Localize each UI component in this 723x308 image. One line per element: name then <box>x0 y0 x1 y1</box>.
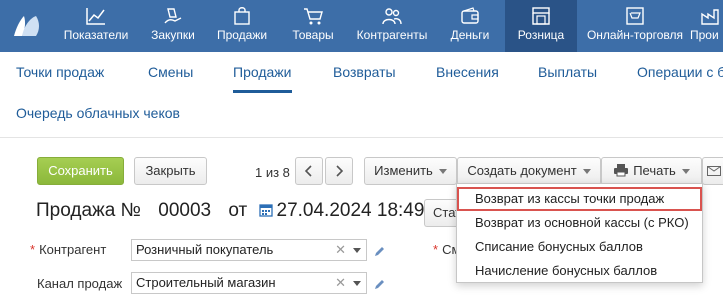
counterparty-field[interactable]: Розничный покупатель ✕ <box>131 239 367 261</box>
app-logo-icon[interactable] <box>10 12 44 40</box>
active-tab-indicator <box>233 90 292 93</box>
caret-down-icon <box>438 169 447 175</box>
people-icon <box>382 8 402 25</box>
menu-item-return-from-main-cash[interactable]: Возврат из основной кассы (с РКО) <box>457 211 702 235</box>
create-document-button[interactable]: Создать документ <box>457 157 601 185</box>
production-icon <box>701 9 719 25</box>
edit-button[interactable]: Изменить <box>364 157 457 185</box>
document-datetime[interactable]: 27.04.2024 18:49 <box>277 200 425 221</box>
status-button[interactable]: Стат <box>424 199 458 227</box>
menu-item-return-from-pos-cash[interactable]: Возврат из кассы точки продаж <box>457 187 702 211</box>
sales-channel-label: Канал продаж <box>37 276 123 291</box>
bag-hand-icon <box>164 8 182 24</box>
cart-icon <box>304 8 323 25</box>
chevron-left-icon <box>304 165 312 177</box>
tab-cloud-receipts-queue[interactable]: Очередь облачных чеков <box>16 105 180 121</box>
edit-pencil-icon[interactable] <box>374 245 386 257</box>
dropdown-arrow-icon[interactable] <box>353 248 361 253</box>
printer-icon <box>614 164 629 177</box>
tab-payouts[interactable]: Выплаты <box>538 64 597 80</box>
edit-button-label: Изменить <box>374 163 433 178</box>
tab-sales-points[interactable]: Точки продаж <box>16 64 104 80</box>
save-button[interactable]: Сохранить <box>37 157 124 185</box>
nav-item-sales[interactable]: Продажи <box>210 0 274 52</box>
prev-page-button[interactable] <box>295 157 323 185</box>
counterparty-label: * Контрагент <box>30 242 107 257</box>
email-button[interactable] <box>702 157 723 185</box>
tab-deposits[interactable]: Внесения <box>436 64 499 80</box>
store-icon <box>532 7 550 25</box>
document-title: Продажа № <box>36 200 141 221</box>
clear-icon[interactable]: ✕ <box>335 273 346 293</box>
document-number: 00003 <box>158 200 212 221</box>
nav-item-label: Товары <box>292 28 334 42</box>
sales-channel-field[interactable]: Строительный магазин ✕ <box>131 272 367 294</box>
chevron-right-icon <box>336 165 344 177</box>
caret-down-icon <box>582 169 591 175</box>
nav-item-online-trade[interactable]: Онлайн-торговля <box>583 0 687 52</box>
nav-item-label: Деньги <box>450 28 490 42</box>
pager-text: 1 из 8 <box>255 165 290 180</box>
document-from-label: от <box>228 200 248 221</box>
nav-item-retail[interactable]: Розница <box>505 0 577 52</box>
nav-item-indicators[interactable]: Показатели <box>58 0 134 52</box>
print-button-label: Печать <box>633 163 676 178</box>
nav-item-label: Розница <box>517 28 565 42</box>
print-button[interactable]: Печать <box>601 157 702 185</box>
tab-returns[interactable]: Возвраты <box>333 64 396 80</box>
nav-item-label: Продажи <box>216 28 268 42</box>
menu-item-bonus-accrual[interactable]: Начисление бонусных баллов <box>457 259 702 283</box>
wallet-icon <box>461 7 479 24</box>
required-asterisk: * <box>433 242 439 257</box>
nav-item-money[interactable]: Деньги <box>444 0 496 52</box>
nav-item-counterparties[interactable]: Контрагенты <box>352 0 432 52</box>
nav-item-label: Прои <box>690 28 719 42</box>
create-document-label: Создать документ <box>467 163 577 178</box>
caret-down-icon <box>681 169 690 175</box>
clear-icon[interactable]: ✕ <box>335 240 346 260</box>
next-page-button[interactable] <box>325 157 353 185</box>
document-heading: Продажа № 00003 от 27.04.2024 18:49 <box>36 200 430 222</box>
calendar-icon[interactable] <box>258 203 273 217</box>
sub-tabs: Точки продаж Смены Продажи Возвраты Внес… <box>0 52 723 138</box>
envelope-icon <box>707 166 721 176</box>
nav-item-production[interactable]: Прои <box>690 0 723 52</box>
nav-item-label: Показатели <box>63 28 129 42</box>
chart-icon <box>86 8 105 25</box>
create-document-menu: Возврат из кассы точки продаж Возврат из… <box>456 183 703 283</box>
counterparty-value: Розничный покупатель <box>136 242 274 257</box>
tab-operations[interactable]: Операции с б <box>637 64 723 80</box>
edit-pencil-icon[interactable] <box>374 278 386 290</box>
nav-item-label: Контрагенты <box>356 28 428 42</box>
sales-channel-value: Строительный магазин <box>136 275 276 290</box>
dropdown-arrow-icon[interactable] <box>353 281 361 286</box>
nav-item-purchases[interactable]: Закупки <box>142 0 204 52</box>
tab-shifts[interactable]: Смены <box>148 64 193 80</box>
shopping-bag-icon <box>234 7 250 25</box>
online-store-icon <box>626 7 644 25</box>
tab-sales[interactable]: Продажи <box>233 64 291 80</box>
top-navigation: Показатели Закупки Продажи Товары Контра… <box>0 0 723 52</box>
close-button[interactable]: Закрыть <box>134 157 207 185</box>
nav-item-goods[interactable]: Товары <box>286 0 340 52</box>
nav-item-label: Закупки <box>151 28 195 42</box>
required-asterisk: * <box>30 242 36 257</box>
menu-item-bonus-writeoff[interactable]: Списание бонусных баллов <box>457 235 702 259</box>
nav-item-label: Онлайн-торговля <box>586 28 684 42</box>
